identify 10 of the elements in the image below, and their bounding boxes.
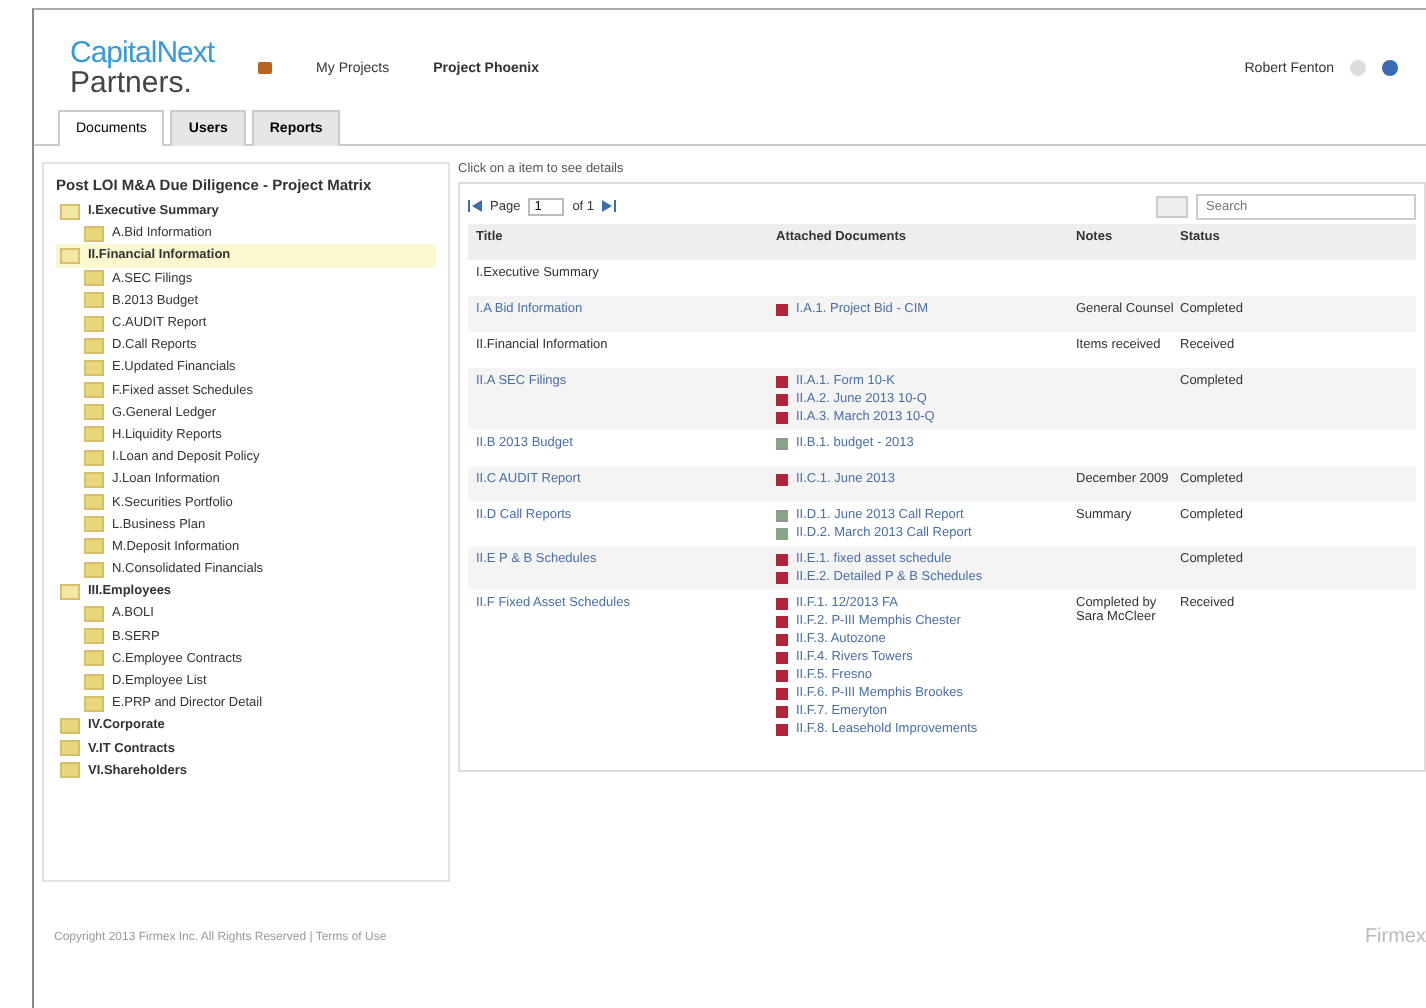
- first-page-button[interactable]: [468, 199, 482, 215]
- brand-logo: Firmex: [1364, 926, 1426, 948]
- folder-icon: [258, 62, 273, 74]
- file-icon: [776, 437, 788, 449]
- file-icon: [776, 473, 788, 485]
- file-icon: [776, 303, 788, 315]
- help-icon[interactable]: [1382, 60, 1398, 76]
- last-page-button[interactable]: [602, 199, 617, 215]
- logo-text: Partners.: [70, 68, 192, 98]
- logo-text: CapitalNext: [70, 38, 215, 68]
